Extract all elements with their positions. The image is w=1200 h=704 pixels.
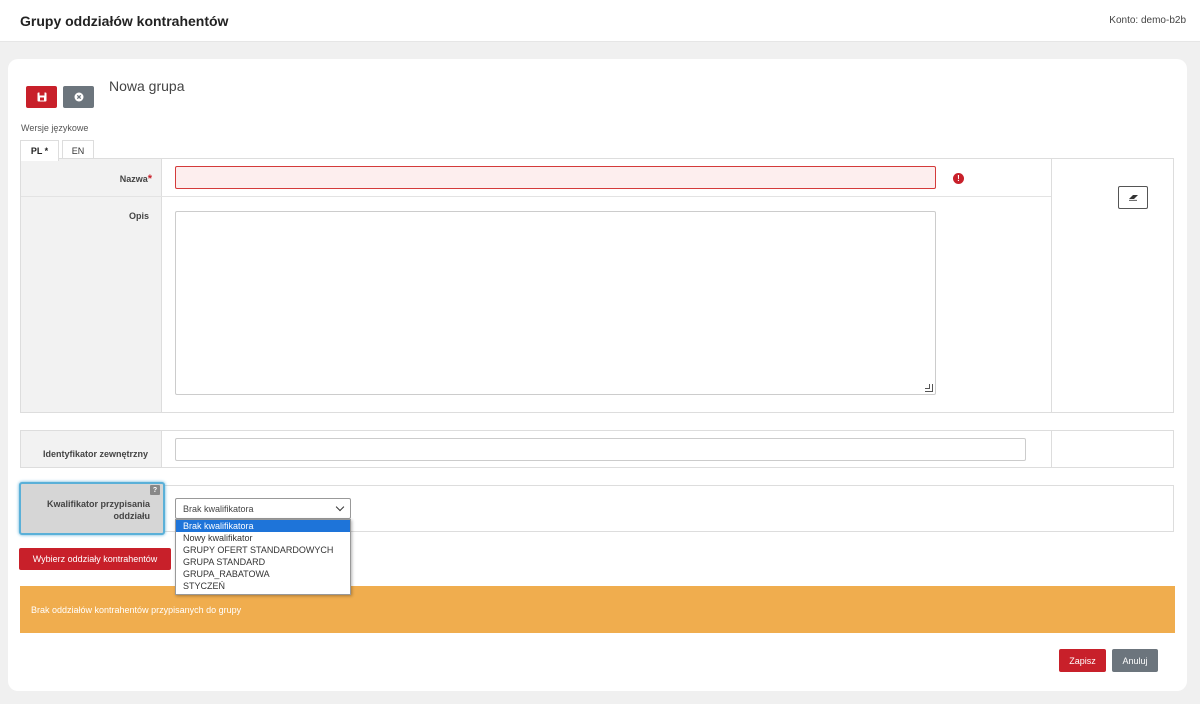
eraser-icon bbox=[1128, 195, 1138, 201]
save-button[interactable]: Zapisz bbox=[1059, 649, 1106, 672]
tab-pl[interactable]: PL * bbox=[20, 140, 59, 161]
close-circle-icon bbox=[74, 92, 83, 102]
dropdown-option[interactable]: GRUPY OFERT STANDARDOWYCH bbox=[176, 544, 350, 556]
eraser-button[interactable] bbox=[1118, 186, 1148, 209]
identifier-label: Identyfikator zewnętrzny bbox=[42, 449, 148, 459]
column-divider bbox=[1051, 431, 1052, 467]
nazwa-label-text: Nazwa bbox=[119, 174, 148, 184]
dropdown-option[interactable]: GRUPA_RABATOWA bbox=[176, 568, 350, 580]
identifier-input[interactable] bbox=[175, 438, 1026, 461]
dropdown-option[interactable]: GRUPA STANDARD bbox=[176, 556, 350, 568]
column-divider bbox=[1051, 159, 1052, 412]
tab-en[interactable]: EN bbox=[62, 140, 94, 160]
qualifier-dropdown: Brak kwalifikatora Nowy kwalifikator GRU… bbox=[175, 519, 351, 595]
opis-label: Opis bbox=[128, 211, 149, 221]
qualifier-selected-value: Brak kwalifikatora bbox=[183, 503, 254, 514]
alert-text: Brak oddziałów kontrahentów przypisanych… bbox=[31, 604, 242, 615]
choose-branches-button[interactable]: Wybierz oddziały kontrahentów bbox=[19, 548, 171, 570]
resize-grip-icon[interactable] bbox=[925, 384, 933, 392]
top-bar: Grupy oddziałów kontrahentów Konto: demo… bbox=[0, 0, 1200, 42]
chevron-down-icon bbox=[335, 502, 345, 512]
close-icon-button[interactable] bbox=[63, 86, 94, 108]
qualifier-label-box: ? Kwalifikator przypisania oddziału bbox=[19, 482, 165, 535]
help-icon[interactable]: ? bbox=[150, 485, 160, 495]
language-versions-label: Wersje językowe bbox=[21, 123, 89, 133]
nazwa-label: Nazwa* bbox=[21, 173, 152, 185]
main-fields-panel: Nazwa* ! Opis bbox=[20, 158, 1174, 413]
identifier-panel: Identyfikator zewnętrzny bbox=[20, 430, 1174, 468]
account-label: Konto: demo-b2b bbox=[1109, 15, 1186, 26]
form-title: Nowa grupa bbox=[109, 78, 185, 94]
cancel-button[interactable]: Anuluj bbox=[1112, 649, 1158, 672]
dropdown-option[interactable]: STYCZEŃ bbox=[176, 580, 350, 592]
qualifier-label: Kwalifikator przypisania oddziału bbox=[46, 499, 150, 521]
qualifier-select[interactable]: Brak kwalifikatora bbox=[175, 498, 351, 519]
form-card: Nowa grupa Wersje językowe PL * EN Nazwa… bbox=[8, 59, 1187, 691]
page-title: Grupy oddziałów kontrahentów bbox=[20, 13, 229, 29]
row-divider bbox=[21, 196, 1051, 197]
error-icon: ! bbox=[953, 173, 964, 184]
required-mark: * bbox=[147, 173, 152, 185]
dropdown-option[interactable]: Nowy kwalifikator bbox=[176, 532, 350, 544]
nazwa-input[interactable] bbox=[175, 166, 936, 189]
opis-textarea[interactable] bbox=[175, 211, 936, 395]
dropdown-option[interactable]: Brak kwalifikatora bbox=[176, 520, 350, 532]
floppy-disk-icon bbox=[37, 92, 46, 102]
save-icon-button[interactable] bbox=[26, 86, 57, 108]
